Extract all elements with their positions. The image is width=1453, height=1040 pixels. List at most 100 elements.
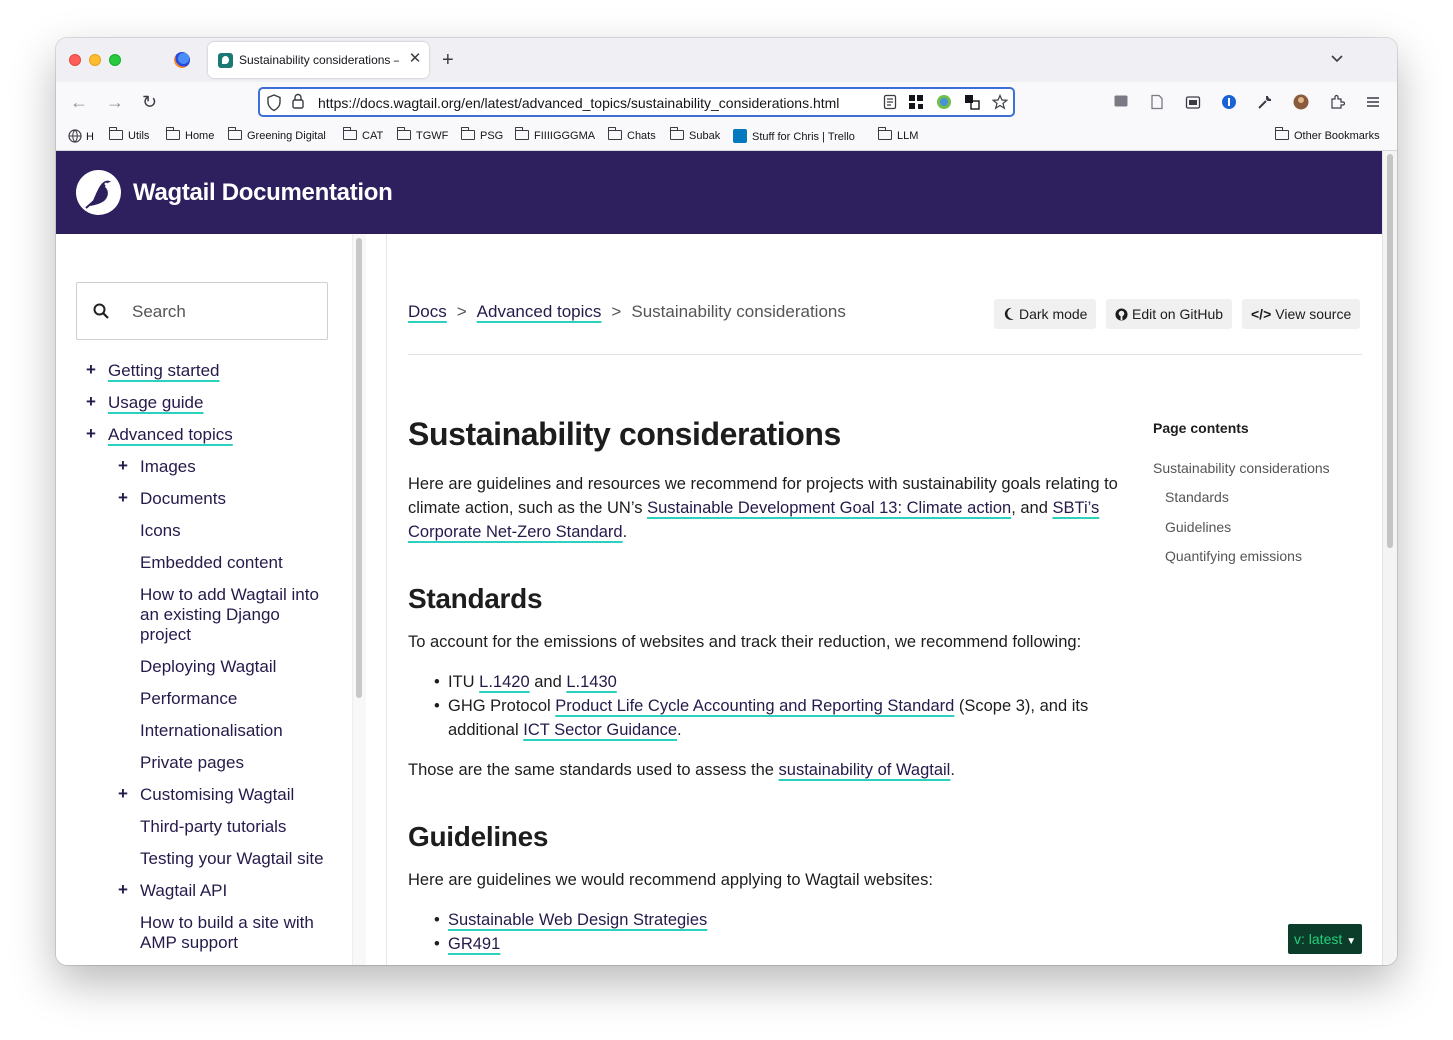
document-icon[interactable] <box>1149 94 1165 110</box>
sidebar-item-internationalisation[interactable]: Internationalisation <box>140 721 283 741</box>
edit-on-github-button[interactable]: Edit on GitHub <box>1106 299 1233 329</box>
sidebar-item-usage-guide[interactable]: Usage guide <box>108 393 203 413</box>
toc-item-standards[interactable]: Standards <box>1165 489 1229 505</box>
sidebar-item-label: Usage guide <box>108 393 204 412</box>
breadcrumb-advanced-link[interactable]: Advanced topics <box>477 302 602 321</box>
bookmark-label: Utils <box>128 130 150 142</box>
expand-plus-icon[interactable]: + <box>118 456 128 476</box>
search-input[interactable]: Search <box>76 282 328 340</box>
close-tab-icon[interactable]: ✕ <box>406 50 424 68</box>
sidebar-item-images[interactable]: Images <box>140 457 196 477</box>
l1420-link[interactable]: L.1420 <box>479 673 529 691</box>
sidebar-scrollbar[interactable] <box>352 234 366 965</box>
expand-plus-icon[interactable]: + <box>86 360 96 380</box>
bookmark-folder-tgwf[interactable]: TGWF <box>397 127 448 143</box>
sidebar-item-performance[interactable]: Performance <box>140 689 237 709</box>
wrench-icon[interactable] <box>1257 94 1273 110</box>
sidebar-item-private-pages[interactable]: Private pages <box>140 753 244 773</box>
globe-extension-icon[interactable] <box>936 94 952 110</box>
page-scroll-thumb[interactable] <box>1387 154 1393 548</box>
url-bar[interactable]: https://docs.wagtail.org/en/latest/advan… <box>258 87 1015 117</box>
password-manager-icon[interactable] <box>1221 94 1237 110</box>
translate-icon[interactable] <box>964 94 980 110</box>
expand-plus-icon[interactable]: + <box>86 424 96 444</box>
bookmark-folder-fiiiigggma[interactable]: FIIIIGGGMA <box>515 127 595 143</box>
expand-plus-icon[interactable]: + <box>86 392 96 412</box>
toc-item-quantifying[interactable]: Quantifying emissions <box>1165 548 1302 564</box>
firefox-view-icon[interactable] <box>174 52 190 68</box>
bookmark-folder-psg[interactable]: PSG <box>461 127 503 143</box>
wagtail-logo-icon[interactable] <box>76 170 121 215</box>
bookmark-folder-subak[interactable]: Subak <box>670 127 720 143</box>
sidebar-item-icons[interactable]: Icons <box>140 521 181 541</box>
close-window-button[interactable] <box>69 54 81 66</box>
sidebar-item-deploying[interactable]: Deploying Wagtail <box>140 657 276 677</box>
product-life-cycle-link[interactable]: Product Life Cycle Accounting and Report… <box>555 697 954 715</box>
sidebar-item-add-wagtail-django[interactable]: How to add Wagtail into an existing Djan… <box>140 585 335 645</box>
page-scrollbar[interactable] <box>1382 151 1397 965</box>
bookmark-folder-home[interactable]: Home <box>166 127 214 143</box>
toc-title: Page contents <box>1153 420 1249 436</box>
back-arrow-icon[interactable]: ← <box>70 92 88 112</box>
sidebar-item-amp[interactable]: How to build a site with AMP support <box>140 913 335 953</box>
dark-mode-button[interactable]: Dark mode <box>994 299 1097 329</box>
sidebar-item-advanced-topics[interactable]: Advanced topics <box>108 425 233 445</box>
guidelines-intro: Here are guidelines we would recommend a… <box>408 871 933 889</box>
container-icon[interactable] <box>1185 94 1201 110</box>
ict-sector-guidance-link[interactable]: ICT Sector Guidance <box>523 721 677 739</box>
sidebar-item-testing[interactable]: Testing your Wagtail site <box>140 849 324 869</box>
bookmark-folder-chats[interactable]: Chats <box>608 127 656 143</box>
expand-plus-icon[interactable]: + <box>118 784 128 804</box>
toc-item-sustainability[interactable]: Sustainability considerations <box>1153 460 1330 476</box>
l1430-link[interactable]: L.1430 <box>566 673 616 691</box>
breadcrumb-docs-link[interactable]: Docs <box>408 302 447 321</box>
list-item: Sustainable Web Design Strategies <box>434 908 1118 932</box>
sidebar-item-getting-started[interactable]: Getting started <box>108 361 220 381</box>
lock-icon[interactable] <box>292 93 304 109</box>
qr-code-icon[interactable] <box>908 94 924 110</box>
gr491-link[interactable]: GR491 <box>448 935 500 953</box>
speech-bubble-icon[interactable] <box>1113 94 1129 110</box>
guidelines-heading: Guidelines <box>408 821 549 852</box>
menu-hamburger-icon[interactable] <box>1365 94 1381 110</box>
expand-plus-icon[interactable]: + <box>118 488 128 508</box>
expand-plus-icon[interactable]: + <box>118 880 128 900</box>
bookmark-folder-llm[interactable]: LLM <box>878 127 918 143</box>
tracking-shield-icon[interactable] <box>266 94 282 112</box>
profile-avatar-icon[interactable] <box>1293 94 1309 110</box>
bookmark-folder-utils[interactable]: Utils <box>109 127 150 143</box>
bookmark-trello[interactable]: Stuff for Chris | Trello <box>733 129 855 143</box>
sidebar-item-customising[interactable]: Customising Wagtail <box>140 785 294 805</box>
active-tab[interactable]: Sustainability considerations — ✕ <box>208 42 429 78</box>
sidebar-item-embedded-content[interactable]: Embedded content <box>140 553 283 573</box>
sdg13-link[interactable]: Sustainable Development Goal 13: Climate… <box>647 499 1011 517</box>
view-source-button[interactable]: </> View source <box>1242 299 1361 329</box>
reload-icon[interactable]: ↻ <box>142 92 157 112</box>
bookmark-folder-greening-digital[interactable]: Greening Digital <box>228 127 326 143</box>
new-tab-icon[interactable]: + <box>442 50 454 70</box>
sidebar-item-label: Getting started <box>108 361 220 380</box>
sidebar-scroll-thumb[interactable] <box>356 238 362 698</box>
extensions-puzzle-icon[interactable] <box>1329 94 1345 110</box>
bookmark-star-icon[interactable] <box>992 94 1008 110</box>
sustainable-web-design-link[interactable]: Sustainable Web Design Strategies <box>448 911 707 929</box>
toc-item-guidelines[interactable]: Guidelines <box>1165 519 1231 535</box>
bookmark-folder-cat[interactable]: CAT <box>343 127 383 143</box>
forward-arrow-icon[interactable]: → <box>106 92 124 112</box>
reader-view-icon[interactable] <box>882 94 898 110</box>
site-title[interactable]: Wagtail Documentation <box>133 179 393 207</box>
sustainability-of-wagtail-link[interactable]: sustainability of Wagtail <box>779 761 951 779</box>
minimize-window-button[interactable] <box>89 54 101 66</box>
tab-list-chevron-icon[interactable] <box>1329 50 1345 66</box>
sidebar-item-wagtail-api[interactable]: Wagtail API <box>140 881 227 901</box>
bookmark-h[interactable]: H <box>68 129 94 143</box>
folder-icon <box>515 127 529 140</box>
sidebar-item-third-party[interactable]: Third-party tutorials <box>140 817 286 837</box>
sidebar-item-documents[interactable]: Documents <box>140 489 226 509</box>
list-text: ITU <box>448 673 480 691</box>
other-bookmarks[interactable]: Other Bookmarks <box>1275 127 1380 143</box>
search-placeholder: Search <box>132 302 186 321</box>
version-badge[interactable]: v: latest ▼ <box>1288 924 1362 954</box>
web-page: Wagtail Documentation Search + Getting s… <box>56 151 1397 965</box>
zoom-window-button[interactable] <box>109 54 121 66</box>
